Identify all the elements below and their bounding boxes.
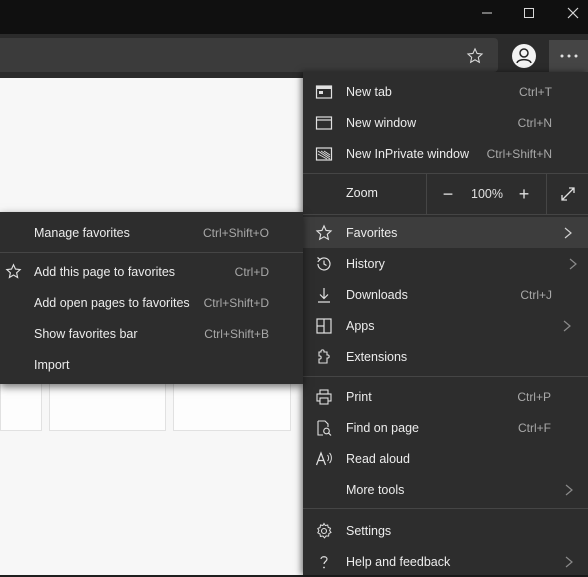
submenu-item-add-open-pages[interactable]: Add open pages to favorites Ctrl+Shift+D xyxy=(0,287,303,318)
menu-item-label: Find on page xyxy=(346,420,419,435)
page-tile[interactable] xyxy=(173,382,291,431)
zoom-level: 100% xyxy=(471,187,503,201)
menu-item-label: Read aloud xyxy=(346,451,410,466)
menu-item-label: New window xyxy=(346,115,417,130)
submenu-item-label: Import xyxy=(34,357,70,372)
menu-item-read-aloud[interactable]: Read aloud xyxy=(303,443,588,474)
menu-item-settings[interactable]: Settings xyxy=(303,515,588,546)
full-screen-button[interactable] xyxy=(552,174,584,214)
menu-item-new-window[interactable]: New window Ctrl+N xyxy=(303,107,588,138)
menu-divider xyxy=(303,214,588,215)
settings-and-more-button[interactable] xyxy=(549,40,588,72)
submenu-item-shortcut: Ctrl+Shift+B xyxy=(204,326,269,341)
close-icon xyxy=(567,7,579,19)
star-add-icon xyxy=(4,263,22,281)
zoom-row: Zoom − 100% + xyxy=(303,174,588,214)
menu-item-shortcut: Ctrl+J xyxy=(520,287,552,302)
find-icon xyxy=(315,419,333,437)
close-button[interactable] xyxy=(550,0,588,26)
new-window-icon xyxy=(315,114,333,132)
menu-item-history[interactable]: History xyxy=(303,248,588,279)
profile-icon xyxy=(512,44,536,68)
menu-item-label: Favorites xyxy=(346,225,398,240)
zoom-out-button[interactable]: − xyxy=(431,174,465,214)
menu-item-label: Settings xyxy=(346,523,392,538)
submenu-item-shortcut: Ctrl+Shift+D xyxy=(203,295,269,310)
chevron-right-icon xyxy=(564,226,574,240)
menu-item-find-on-page[interactable]: Find on page Ctrl+F xyxy=(303,412,588,443)
menu-item-label: More tools xyxy=(346,482,405,497)
menu-item-downloads[interactable]: Downloads Ctrl+J xyxy=(303,279,588,310)
chevron-right-icon xyxy=(563,319,573,333)
profile-avatar[interactable] xyxy=(510,42,538,70)
favorites-submenu: Manage favorites Ctrl+Shift+O Add this p… xyxy=(0,212,303,384)
zoom-divider xyxy=(546,174,547,214)
menu-divider xyxy=(303,508,588,509)
menu-item-label: Help and feedback xyxy=(346,554,451,569)
menu-item-label: Print xyxy=(346,389,372,404)
menu-item-more-tools[interactable]: More tools xyxy=(303,474,588,505)
chevron-right-icon xyxy=(565,483,575,497)
submenu-item-manage-favorites[interactable]: Manage favorites Ctrl+Shift+O xyxy=(0,217,303,248)
submenu-item-shortcut: Ctrl+Shift+O xyxy=(202,225,269,240)
title-bar xyxy=(0,0,588,34)
extensions-icon xyxy=(315,348,333,366)
menu-item-shortcut: Ctrl+T xyxy=(519,84,552,99)
download-icon xyxy=(315,286,333,304)
menu-item-favorites[interactable]: Favorites xyxy=(303,217,588,248)
more-icon xyxy=(560,54,577,58)
menu-item-label: New tab xyxy=(346,84,392,99)
chevron-right-icon xyxy=(569,257,579,271)
history-icon xyxy=(315,255,333,273)
star-icon xyxy=(315,224,333,242)
maximize-icon xyxy=(524,8,534,18)
submenu-divider xyxy=(0,252,303,253)
help-icon xyxy=(315,553,333,571)
full-screen-icon xyxy=(561,187,575,201)
submenu-item-label: Manage favorites xyxy=(34,225,130,240)
menu-item-print[interactable]: Print Ctrl+P xyxy=(303,381,588,412)
submenu-item-show-favorites-bar[interactable]: Show favorites bar Ctrl+Shift+B xyxy=(0,318,303,349)
menu-item-extensions[interactable]: Extensions xyxy=(303,341,588,372)
menu-item-label: Downloads xyxy=(346,287,408,302)
settings-menu: New tab Ctrl+T New window Ctrl+N New InP… xyxy=(303,72,588,575)
minimize-icon xyxy=(482,12,492,14)
read-aloud-icon xyxy=(315,450,333,468)
menu-item-shortcut: Ctrl+F xyxy=(518,420,551,435)
zoom-divider xyxy=(426,174,427,214)
page-tile[interactable] xyxy=(0,382,42,431)
minimize-button[interactable] xyxy=(464,0,510,26)
submenu-item-import[interactable]: Import xyxy=(0,349,303,380)
menu-item-shortcut: Ctrl+Shift+N xyxy=(486,146,552,161)
maximize-button[interactable] xyxy=(506,0,552,26)
apps-icon xyxy=(315,317,333,335)
menu-item-shortcut: Ctrl+N xyxy=(517,115,552,130)
submenu-item-label: Show favorites bar xyxy=(34,326,138,341)
submenu-item-add-this-page[interactable]: Add this page to favorites Ctrl+D xyxy=(0,256,303,287)
zoom-label: Zoom xyxy=(346,186,378,200)
menu-item-apps[interactable]: Apps xyxy=(303,310,588,341)
submenu-item-label: Add this page to favorites xyxy=(34,264,176,279)
chevron-right-icon xyxy=(565,555,575,569)
zoom-in-button[interactable]: + xyxy=(509,174,539,214)
menu-item-help-and-feedback[interactable]: Help and feedback xyxy=(303,546,588,577)
menu-item-label: Apps xyxy=(346,318,375,333)
settings-icon xyxy=(315,522,333,540)
menu-item-shortcut: Ctrl+P xyxy=(517,389,551,404)
inprivate-icon xyxy=(315,145,333,163)
submenu-item-label: Add open pages to favorites xyxy=(34,295,190,310)
menu-item-new-inprivate-window[interactable]: New InPrivate window Ctrl+Shift+N xyxy=(303,138,588,169)
menu-item-new-tab[interactable]: New tab Ctrl+T xyxy=(303,76,588,107)
menu-item-label: History xyxy=(346,256,385,271)
submenu-item-shortcut: Ctrl+D xyxy=(234,264,269,279)
menu-item-label: Extensions xyxy=(346,349,408,364)
favorite-star-icon[interactable] xyxy=(463,44,487,68)
print-icon xyxy=(315,388,333,406)
page-tile[interactable] xyxy=(49,382,166,431)
menu-divider xyxy=(303,376,588,377)
new-tab-icon xyxy=(315,83,333,101)
address-bar[interactable] xyxy=(0,38,498,72)
menu-item-label: New InPrivate window xyxy=(346,146,469,161)
